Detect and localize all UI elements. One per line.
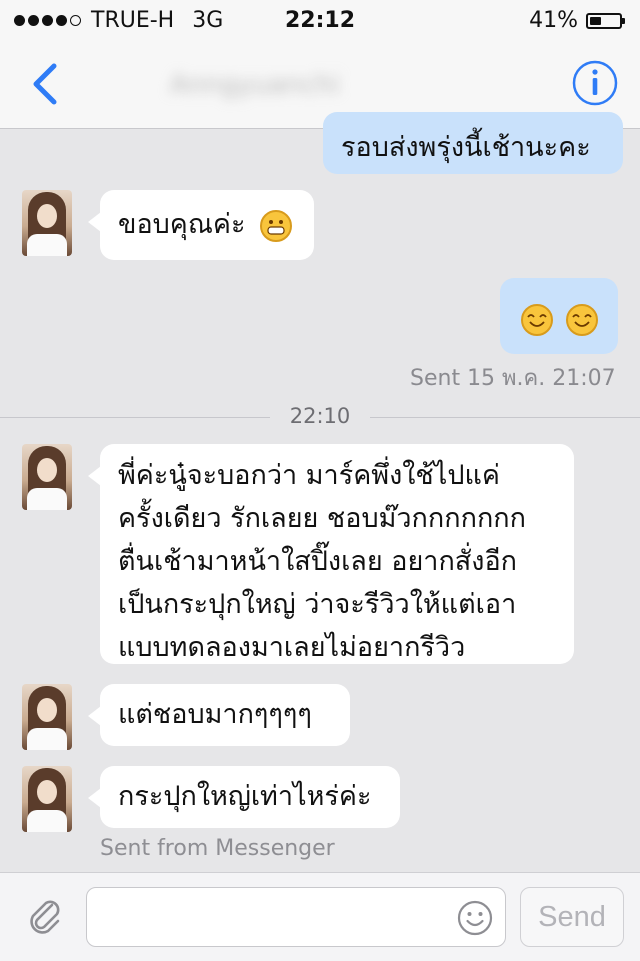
emoji-button[interactable] (457, 900, 493, 936)
battery-icon (586, 12, 625, 29)
grinning-face-icon (260, 209, 293, 242)
attach-button[interactable] (22, 893, 66, 937)
contact-avatar[interactable] (22, 684, 72, 750)
sent-timestamp: Sent 15 พ.ค. 21:07 (410, 366, 616, 391)
outgoing-message-bubble[interactable]: รอบส่งพรุ่งนี้เช้านะคะ (323, 112, 623, 174)
incoming-message-bubble[interactable]: พี่ค่ะนู๋จะบอกว่า มาร์คพึ่งใช้ไปแค่ ครั้… (88, 444, 574, 664)
back-button[interactable] (28, 62, 64, 106)
message-text-line: ครั้งเดียว รักเลยย ชอบม๊วกกกกกกก (118, 503, 526, 534)
message-input[interactable] (99, 888, 463, 946)
smiling-face-icon (565, 303, 598, 336)
time-divider-label: 22:10 (270, 404, 370, 428)
incoming-message-bubble[interactable]: แต่ชอบมากๆๆๆๆ (88, 684, 350, 746)
message-text-line: แบบทดลองมาเลยไม่อยากรีวิว (118, 632, 466, 663)
emoji-smile-icon (457, 900, 493, 936)
incoming-message-bubble[interactable]: กระปุกใหญ่เท่าไหร่ค่ะ (88, 766, 400, 828)
message-text-line: ตื่นเช้ามาหน้าใสปิ๊งเลย อยากสั่งอีก (118, 546, 518, 577)
contact-avatar[interactable] (22, 190, 72, 256)
message-input-container (86, 887, 506, 947)
message-text: กระปุกใหญ่เท่าไหร่ค่ะ (118, 781, 372, 812)
outgoing-message-bubble[interactable] (500, 278, 618, 354)
contact-avatar[interactable] (22, 444, 72, 510)
chevron-left-icon (33, 63, 57, 105)
contact-avatar[interactable] (22, 766, 72, 832)
contact-name[interactable]: Anngyuanchi (170, 70, 470, 102)
message-composer: Send (0, 872, 640, 961)
message-text: แต่ชอบมากๆๆๆๆ (118, 699, 312, 730)
paperclip-icon (30, 900, 60, 934)
incoming-message-bubble[interactable]: ขอบคุณค่ะ (88, 190, 314, 260)
battery-percent: 41% (529, 8, 578, 33)
message-text: ขอบคุณค่ะ (118, 209, 246, 240)
info-icon (572, 60, 618, 106)
message-text-line: เป็นกระปุกใหญ่ ว่าจะรีวิวให้แต่เอา (118, 589, 517, 620)
smiling-face-icon (521, 303, 553, 336)
message-text-line: พี่ค่ะนู๋จะบอกว่า มาร์คพึ่งใช้ไปแค่ (118, 460, 500, 491)
info-button[interactable] (570, 58, 620, 108)
status-bar: TRUE-H 3G 22:12 41% (0, 0, 640, 40)
sent-from-messenger-note: Sent from Messenger (100, 836, 335, 861)
message-text: รอบส่งพรุ่งนี้เช้านะคะ (341, 132, 591, 163)
send-button[interactable]: Send (520, 887, 624, 947)
